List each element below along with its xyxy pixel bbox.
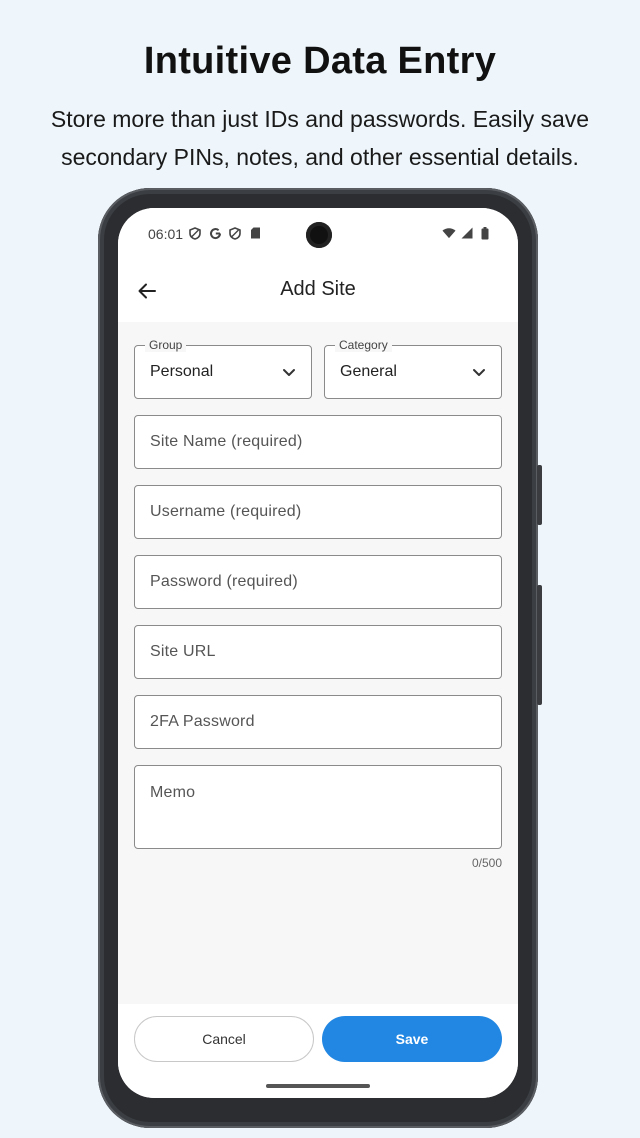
phone-side-button (537, 465, 542, 525)
sdcard-icon (248, 226, 262, 240)
site-url-input[interactable]: Site URL (134, 625, 502, 679)
password-placeholder: Password (required) (150, 573, 298, 590)
app-bar: Add Site (118, 262, 518, 322)
status-time: 06:01 (148, 226, 184, 242)
page-title: Add Site (280, 278, 356, 300)
password-input[interactable]: Password (required) (134, 555, 502, 609)
phone-volume-button (537, 585, 542, 705)
shield-icon (188, 226, 202, 240)
google-icon (208, 226, 222, 240)
battery-icon (478, 226, 492, 240)
twofa-password-placeholder: 2FA Password (150, 713, 255, 730)
chevron-down-icon (283, 369, 295, 376)
chevron-down-icon (473, 369, 485, 376)
site-name-input[interactable]: Site Name (required) (134, 415, 502, 469)
category-select-value: General (340, 363, 397, 380)
group-select-value: Personal (150, 363, 214, 380)
status-bar: 06:01 (118, 208, 518, 262)
promo-subline: Store more than just IDs and passwords. … (50, 106, 590, 170)
category-select[interactable]: Category General (324, 338, 502, 399)
category-select-label: Category (335, 338, 392, 352)
cancel-button[interactable]: Cancel (134, 1016, 314, 1062)
home-indicator[interactable] (266, 1084, 370, 1088)
group-select[interactable]: Group Personal (134, 338, 312, 399)
memo-input[interactable]: Memo (134, 765, 502, 849)
front-camera (306, 222, 332, 248)
shield-icon (228, 226, 242, 240)
wifi-icon (442, 226, 456, 240)
twofa-password-input[interactable]: 2FA Password (134, 695, 502, 749)
promo-headline: Intuitive Data Entry (143, 40, 497, 82)
phone-screen: 06:01 Add Site Group Personal Category G… (118, 208, 518, 1098)
save-button[interactable]: Save (322, 1016, 502, 1062)
memo-placeholder: Memo (150, 784, 196, 801)
bottom-action-bar: Cancel Save (118, 1004, 518, 1098)
username-input[interactable]: Username (required) (134, 485, 502, 539)
add-site-form: Group Personal Category General Site Nam… (118, 322, 518, 1004)
username-placeholder: Username (required) (150, 503, 302, 520)
signal-icon (460, 226, 474, 240)
site-url-placeholder: Site URL (150, 643, 216, 660)
site-name-placeholder: Site Name (required) (150, 433, 303, 450)
group-select-label: Group (145, 338, 187, 352)
memo-char-counter: 0/500 (471, 856, 502, 870)
